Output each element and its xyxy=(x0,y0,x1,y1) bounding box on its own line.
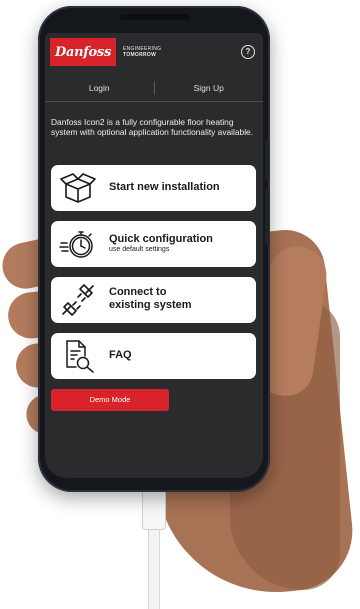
card-title: Start new installation xyxy=(109,181,220,193)
connect-existing-system-button[interactable]: Connect to existing system xyxy=(51,277,256,323)
tab-login[interactable]: Login xyxy=(45,83,154,93)
tagline-line2: TOMORROW xyxy=(123,52,157,58)
usb-plug xyxy=(142,486,166,530)
card-title-line2: existing system xyxy=(109,299,192,311)
phone-speaker xyxy=(120,14,190,20)
document-search-icon xyxy=(66,340,94,373)
card-subtitle: use default settings xyxy=(109,246,170,253)
faq-button[interactable]: FAQ xyxy=(51,333,256,379)
auth-tabs: Login Sign Up xyxy=(45,75,263,102)
brand-tagline: ENGINEERING TOMORROW xyxy=(123,46,161,58)
intro-text: Danfoss Icon2 is a fully configurable fl… xyxy=(51,117,254,137)
tab-sign-up[interactable]: Sign Up xyxy=(155,83,264,93)
volume-button xyxy=(265,140,269,180)
card-title: Connect to existing system xyxy=(109,286,192,312)
power-button xyxy=(265,190,269,245)
card-title: FAQ xyxy=(109,349,132,361)
stopwatch-icon xyxy=(59,231,93,258)
logo-text: Danfoss xyxy=(55,44,111,60)
danfoss-logo: Danfoss xyxy=(50,38,116,66)
start-new-installation-button[interactable]: Start new installation xyxy=(51,165,256,211)
help-icon[interactable]: ? xyxy=(241,45,255,59)
app-screen: Danfoss ENGINEERING TOMORROW ? Login Sig… xyxy=(45,33,263,478)
quick-configuration-button[interactable]: Quick configuration use default settings xyxy=(51,221,256,267)
card-title: Quick configuration xyxy=(109,233,213,245)
demo-mode-button[interactable]: Demo Mode xyxy=(51,389,169,411)
app-header: Danfoss ENGINEERING TOMORROW ? xyxy=(45,33,263,73)
card-title-line1: Connect to xyxy=(109,286,167,298)
box-icon xyxy=(60,173,96,203)
plug-icon xyxy=(62,284,94,316)
